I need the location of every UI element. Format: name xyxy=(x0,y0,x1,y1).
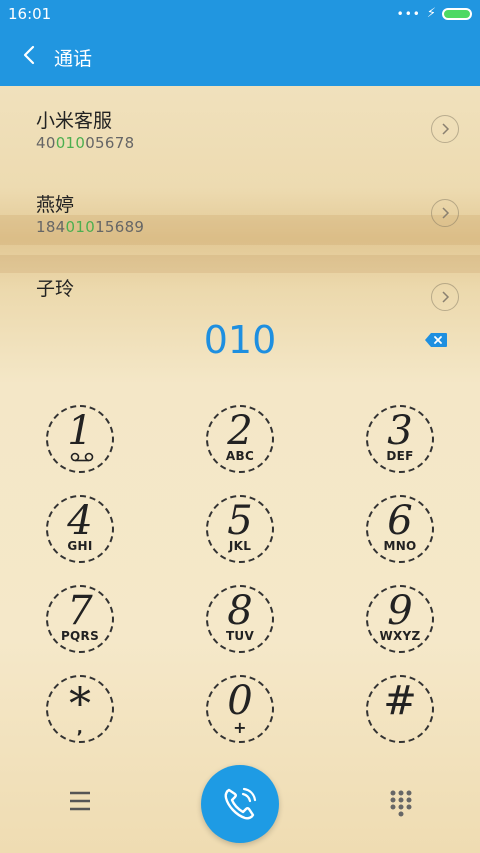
key-2[interactable]: 2 ABC xyxy=(206,405,274,473)
contact-name: 燕婷 xyxy=(36,194,75,216)
key-9[interactable]: 9 WXYZ xyxy=(366,585,434,653)
dialpad-icon[interactable] xyxy=(389,789,413,817)
contact-result[interactable]: 小米客服 4001005678 xyxy=(0,86,480,170)
key-star[interactable]: * , xyxy=(46,675,114,743)
call-button[interactable] xyxy=(201,765,279,843)
key-5[interactable]: 5 JKL xyxy=(206,495,274,563)
number-match-highlight: 010 xyxy=(55,134,86,152)
contact-detail-button[interactable] xyxy=(431,199,459,227)
key-6[interactable]: 6 MNO xyxy=(366,495,434,563)
voicemail-icon xyxy=(70,452,94,462)
key-hash[interactable]: # xyxy=(366,675,434,743)
charging-icon: ⚡ xyxy=(426,6,436,21)
number-match-highlight: 010 xyxy=(65,218,96,236)
contact-result[interactable]: 燕婷 18401015689 xyxy=(0,170,480,254)
app-bar: 通话 xyxy=(0,28,480,86)
key-7[interactable]: 7 PQRS xyxy=(46,585,114,653)
contact-detail-button[interactable] xyxy=(431,283,459,311)
menu-icon[interactable] xyxy=(68,790,92,812)
key-4[interactable]: 4 GHI xyxy=(46,495,114,563)
key-3[interactable]: 3 DEF xyxy=(366,405,434,473)
contact-number: 4001005678 xyxy=(36,134,135,152)
more-dots-icon: ••• xyxy=(396,6,421,21)
status-bar: 16:01 ••• ⚡ xyxy=(0,0,480,28)
back-arrow-icon[interactable] xyxy=(18,43,42,67)
contact-result[interactable]: 子玲 xyxy=(0,254,480,311)
contact-name: 小米客服 xyxy=(36,110,113,132)
battery-icon xyxy=(442,7,472,20)
key-1[interactable]: 1 xyxy=(46,405,114,473)
backspace-icon[interactable] xyxy=(424,332,448,348)
contact-detail-button[interactable] xyxy=(431,115,459,143)
contact-name: 子玲 xyxy=(36,278,75,300)
phone-icon xyxy=(224,787,257,820)
status-time: 16:01 xyxy=(8,5,52,23)
chevron-right-icon xyxy=(442,291,450,303)
chevron-right-icon xyxy=(442,123,450,135)
key-8[interactable]: 8 TUV xyxy=(206,585,274,653)
contact-number: 18401015689 xyxy=(36,218,145,236)
page-title: 通话 xyxy=(54,48,93,70)
chevron-right-icon xyxy=(442,207,450,219)
key-0[interactable]: 0 + xyxy=(206,675,274,743)
dialed-number-display: 010 xyxy=(203,318,277,362)
